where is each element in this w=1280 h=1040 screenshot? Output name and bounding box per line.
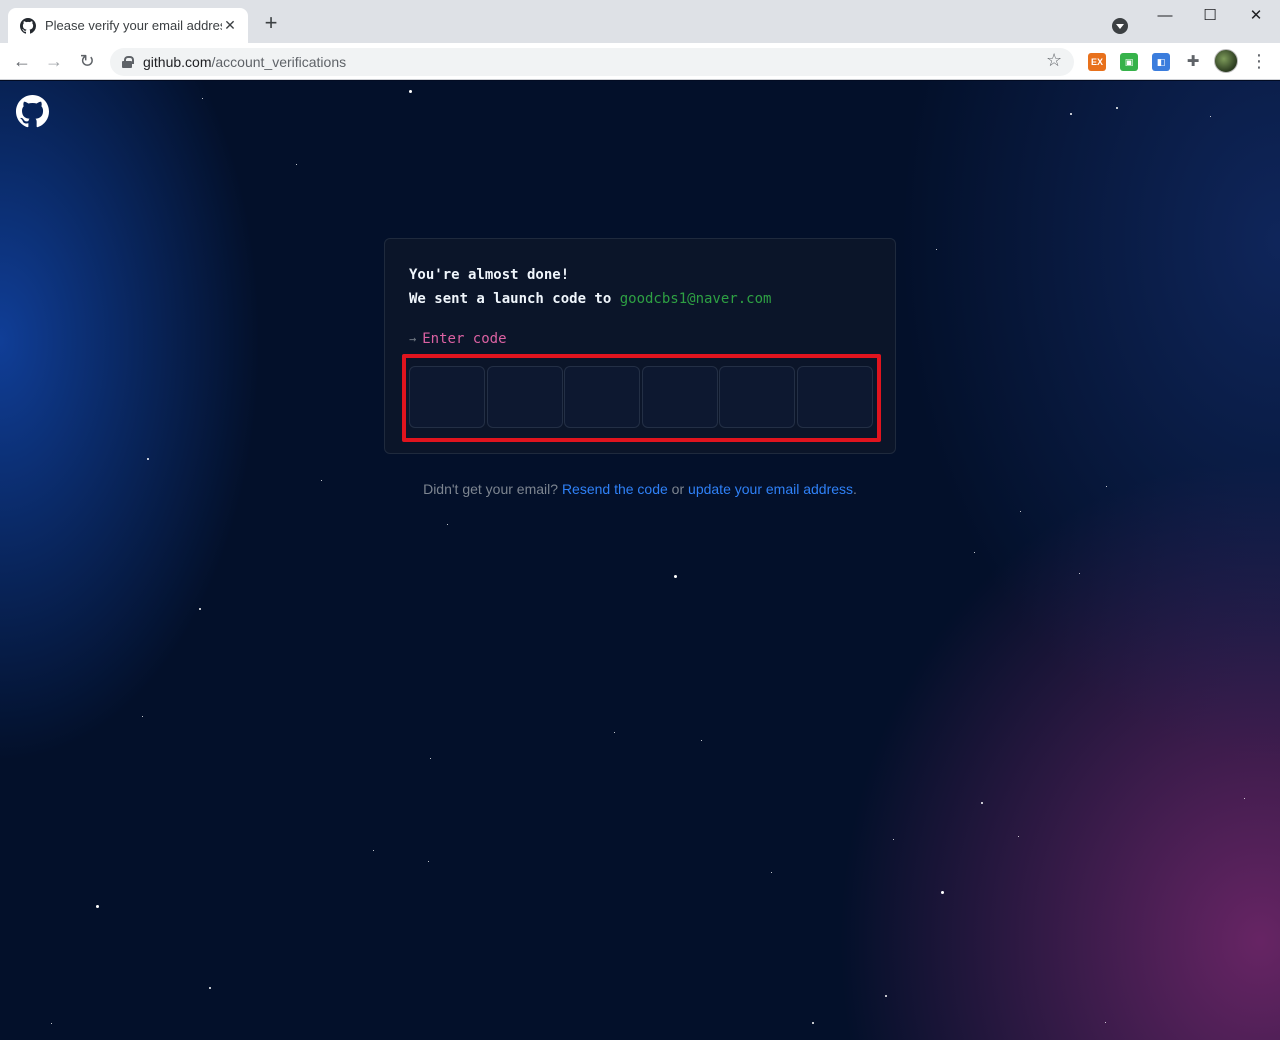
star-decoration bbox=[51, 1023, 52, 1024]
extensions-puzzle-icon[interactable]: ✚ bbox=[1184, 53, 1202, 71]
lock-icon bbox=[122, 56, 134, 68]
star-decoration bbox=[147, 458, 149, 460]
star-decoration bbox=[974, 552, 975, 553]
star-decoration bbox=[614, 732, 615, 733]
star-decoration bbox=[893, 839, 894, 840]
profile-avatar[interactable] bbox=[1214, 49, 1238, 73]
prompt-label: Enter code bbox=[422, 331, 507, 347]
star-decoration bbox=[1070, 113, 1072, 115]
star-decoration bbox=[936, 249, 937, 250]
code-digit-input-3[interactable] bbox=[564, 366, 641, 428]
tab-close-icon[interactable]: ✕ bbox=[222, 17, 238, 34]
resend-code-link[interactable]: Resend the code bbox=[562, 481, 668, 497]
star-decoration bbox=[1020, 511, 1021, 512]
star-decoration bbox=[1116, 107, 1118, 109]
code-digit-input-4[interactable] bbox=[641, 366, 718, 428]
star-decoration bbox=[1079, 573, 1080, 574]
star-decoration bbox=[209, 987, 211, 989]
star-decoration bbox=[428, 861, 429, 862]
star-decoration bbox=[142, 716, 143, 717]
extension-blue-icon[interactable]: ◧ bbox=[1152, 53, 1170, 71]
star-decoration bbox=[941, 891, 944, 894]
prompt-arrow-icon: → bbox=[409, 332, 417, 346]
new-tab-button[interactable]: + bbox=[260, 12, 282, 35]
update-email-link[interactable]: update your email address bbox=[688, 481, 853, 497]
card-heading: You're almost done! bbox=[409, 267, 570, 283]
star-decoration bbox=[1210, 116, 1211, 117]
star-decoration bbox=[771, 872, 772, 873]
star-decoration bbox=[296, 164, 297, 165]
star-decoration bbox=[373, 850, 374, 851]
reload-icon[interactable]: ↻ bbox=[74, 48, 100, 74]
star-decoration bbox=[674, 575, 677, 578]
star-decoration bbox=[1018, 836, 1019, 837]
star-decoration bbox=[1244, 798, 1245, 799]
star-decoration bbox=[1105, 1022, 1106, 1023]
window-minimize-button[interactable]: — bbox=[1150, 6, 1180, 26]
star-decoration bbox=[885, 995, 887, 997]
github-favicon-icon bbox=[20, 17, 36, 34]
tab-title: Please verify your email address bbox=[45, 18, 222, 33]
extension-green-icon[interactable]: ▣ bbox=[1120, 53, 1138, 71]
star-decoration bbox=[202, 98, 203, 99]
verification-page: You're almost done! We sent a launch cod… bbox=[0, 81, 1280, 1040]
window-maximize-button[interactable]: ☐ bbox=[1195, 6, 1225, 26]
star-decoration bbox=[96, 905, 99, 908]
window-close-button[interactable]: ✕ bbox=[1241, 6, 1271, 26]
code-digit-input-1[interactable] bbox=[409, 366, 485, 428]
forward-arrow-icon[interactable]: → bbox=[41, 48, 67, 74]
browser-menu-icon[interactable]: ⋮ bbox=[1250, 50, 1268, 72]
code-digit-input-6[interactable] bbox=[796, 366, 873, 428]
back-arrow-icon[interactable]: ← bbox=[9, 48, 35, 74]
star-decoration bbox=[812, 1022, 814, 1024]
address-bar[interactable]: github.com/account_verifications bbox=[110, 48, 1074, 76]
verification-card: You're almost done! We sent a launch cod… bbox=[384, 238, 896, 454]
star-decoration bbox=[701, 740, 702, 741]
star-decoration bbox=[430, 758, 431, 759]
sent-message: We sent a launch code to goodcbs1@naver.… bbox=[409, 291, 772, 307]
browser-tab-strip: Please verify your email address ✕ + — ☐… bbox=[0, 0, 1280, 43]
help-text: Didn't get your email? Resend the code o… bbox=[423, 481, 857, 497]
enter-code-prompt: → Enter code bbox=[409, 331, 507, 347]
extension-orange-icon[interactable]: EX bbox=[1088, 53, 1106, 71]
github-logo-icon[interactable] bbox=[16, 95, 49, 128]
tab-search-icon[interactable] bbox=[1112, 18, 1128, 34]
star-decoration bbox=[199, 608, 201, 610]
code-digit-input-2[interactable] bbox=[486, 366, 563, 428]
star-decoration bbox=[981, 802, 983, 804]
url-text: github.com/account_verifications bbox=[143, 54, 347, 70]
email-address: goodcbs1@naver.com bbox=[619, 291, 772, 307]
code-input-group bbox=[409, 366, 873, 428]
code-digit-input-5[interactable] bbox=[719, 366, 796, 428]
star-decoration bbox=[409, 90, 412, 93]
bookmark-star-icon[interactable]: ☆ bbox=[1046, 50, 1062, 71]
star-decoration bbox=[447, 524, 448, 525]
browser-tab[interactable]: Please verify your email address ✕ bbox=[8, 8, 248, 43]
